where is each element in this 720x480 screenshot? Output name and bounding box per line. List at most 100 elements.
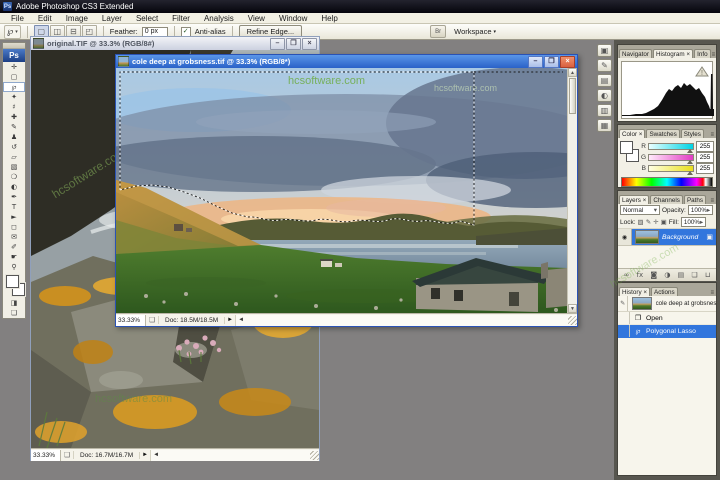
history-item-polygonal-lasso[interactable]: ℘ Polygonal Lasso: [618, 325, 716, 338]
horizontal-scrollbar[interactable]: ◄: [150, 449, 319, 461]
front-document-canvas[interactable]: hcsoftware.com hcsoftware.com: [116, 68, 567, 313]
fill-input[interactable]: 100% ▸: [680, 217, 706, 227]
blur-tool-button[interactable]: ❍: [3, 172, 25, 182]
tab-layers[interactable]: Layers ×: [619, 195, 650, 204]
quick-mask-button[interactable]: ◨: [3, 298, 25, 308]
tab-paths[interactable]: Paths: [683, 195, 707, 204]
blue-slider[interactable]: [648, 165, 694, 175]
notes-tool-button[interactable]: ✉: [3, 232, 25, 242]
antialias-checkbox[interactable]: ✓: [180, 26, 191, 37]
lock-transparency-icon[interactable]: ▨: [638, 218, 644, 226]
dock-palette-icon-1[interactable]: ▣: [597, 44, 612, 57]
history-state-box[interactable]: [618, 312, 630, 324]
panel-menu-icon[interactable]: ≡: [712, 52, 717, 58]
hand-tool-button[interactable]: ☛: [3, 252, 25, 262]
tab-styles[interactable]: Styles: [680, 129, 704, 138]
tab-history[interactable]: History ×: [619, 287, 651, 296]
history-item-open[interactable]: ❐ Open: [618, 312, 716, 325]
snapshot-thumbnail[interactable]: [632, 297, 652, 310]
close-button[interactable]: ×: [560, 55, 575, 68]
blue-value-input[interactable]: 255: [696, 163, 714, 174]
minimize-button[interactable]: –: [528, 55, 543, 68]
menu-view[interactable]: View: [241, 14, 272, 23]
red-value-input[interactable]: 255: [696, 141, 714, 152]
gradient-tool-button[interactable]: ▧: [3, 162, 25, 172]
resize-grip[interactable]: [568, 315, 577, 325]
dock-palette-icon-5[interactable]: ▥: [597, 104, 612, 117]
layer-name[interactable]: Background: [662, 234, 706, 241]
layer-thumbnail[interactable]: [635, 230, 659, 244]
rectangular-marquee-tool-button[interactable]: ▢: [3, 72, 25, 82]
maximize-button[interactable]: ❒: [544, 55, 559, 68]
history-brush-source-icon[interactable]: ✎: [618, 296, 629, 311]
status-proxy-icon[interactable]: ❏: [61, 451, 74, 459]
status-proxy-icon[interactable]: ❏: [146, 316, 159, 324]
tab-actions[interactable]: Actions: [651, 287, 678, 296]
path-selection-tool-button[interactable]: ►: [3, 212, 25, 222]
bridge-icon[interactable]: Br: [430, 25, 447, 38]
status-menu-arrow-icon[interactable]: ►: [225, 317, 235, 323]
link-layers-icon[interactable]: ∞: [624, 271, 630, 279]
green-slider[interactable]: [648, 154, 694, 164]
menu-filter[interactable]: Filter: [165, 14, 197, 23]
red-slider[interactable]: [648, 143, 694, 153]
add-layer-mask-icon[interactable]: ◙: [650, 271, 657, 279]
dodge-tool-button[interactable]: ◐: [3, 182, 25, 192]
zoom-level-input[interactable]: 33.33%: [116, 314, 146, 326]
horizontal-scrollbar[interactable]: ◄: [235, 314, 577, 326]
resize-grip[interactable]: [310, 450, 319, 460]
lock-pixels-icon[interactable]: ✎: [646, 218, 651, 226]
menu-file[interactable]: File: [4, 14, 31, 23]
slider-handle-icon[interactable]: [687, 171, 693, 175]
scroll-left-icon[interactable]: ◄: [236, 317, 246, 323]
front-window-titlebar[interactable]: cole deep at grobsness.tif @ 33.3% (RGB/…: [116, 55, 577, 68]
menu-image[interactable]: Image: [59, 14, 95, 23]
lock-position-icon[interactable]: ✛: [653, 218, 658, 226]
feather-input[interactable]: 0 px: [141, 26, 168, 37]
close-button[interactable]: ×: [302, 37, 317, 50]
foreground-color-swatch[interactable]: [6, 275, 19, 288]
clone-stamp-tool-button[interactable]: ♟: [3, 132, 25, 142]
opacity-input[interactable]: 100% ▸: [687, 205, 713, 215]
lock-all-icon[interactable]: ▣: [661, 218, 667, 226]
slider-handle-icon[interactable]: [687, 149, 693, 153]
visibility-eye-icon[interactable]: ◉: [618, 229, 632, 245]
new-group-icon[interactable]: ▤: [678, 271, 685, 279]
screen-mode-button[interactable]: ❏: [3, 308, 25, 318]
menu-window[interactable]: Window: [272, 14, 314, 23]
zoom-level-input[interactable]: 33.33%: [31, 449, 61, 461]
workspace-button[interactable]: Workspace ▾: [450, 26, 500, 37]
menu-help[interactable]: Help: [314, 14, 344, 23]
type-tool-button[interactable]: T: [3, 202, 25, 212]
crop-tool-button[interactable]: ♯: [3, 102, 25, 112]
menu-select[interactable]: Select: [129, 14, 165, 23]
histogram-warning-icon[interactable]: !: [701, 70, 703, 77]
minimize-button[interactable]: –: [270, 37, 285, 50]
scrollbar-thumb[interactable]: [569, 78, 576, 114]
eyedropper-tool-button[interactable]: ✐: [3, 242, 25, 252]
green-value-input[interactable]: 255: [696, 152, 714, 163]
history-state-box[interactable]: [618, 325, 630, 337]
pen-tool-button[interactable]: ✒: [3, 192, 25, 202]
adjustment-layer-icon[interactable]: ◑: [664, 271, 670, 279]
tab-swatches[interactable]: Swatches: [646, 129, 680, 138]
menu-analysis[interactable]: Analysis: [197, 14, 241, 23]
scroll-left-icon[interactable]: ◄: [151, 452, 161, 458]
tab-channels[interactable]: Channels: [650, 195, 683, 204]
dock-palette-icon-2[interactable]: ✎: [597, 59, 612, 72]
dock-palette-icon-4[interactable]: ◐: [597, 89, 612, 102]
magic-wand-tool-button[interactable]: ✦: [3, 92, 25, 102]
tab-color[interactable]: Color ×: [619, 129, 646, 138]
brush-tool-button[interactable]: ✎: [3, 122, 25, 132]
scroll-down-icon[interactable]: ▼: [568, 304, 577, 313]
polygonal-lasso-tool-button[interactable]: ℘: [3, 82, 25, 92]
slider-handle-icon[interactable]: [687, 160, 693, 164]
layer-style-icon[interactable]: fx: [637, 271, 644, 279]
status-menu-arrow-icon[interactable]: ►: [140, 452, 150, 458]
tool-preset-picker[interactable]: ℘ ▾: [4, 24, 21, 39]
eraser-tool-button[interactable]: ▱: [3, 152, 25, 162]
tab-info[interactable]: Info: [694, 49, 711, 58]
new-layer-icon[interactable]: ❏: [691, 271, 697, 279]
maximize-button[interactable]: ❒: [286, 37, 301, 50]
foreground-color-swatch[interactable]: [620, 141, 633, 154]
